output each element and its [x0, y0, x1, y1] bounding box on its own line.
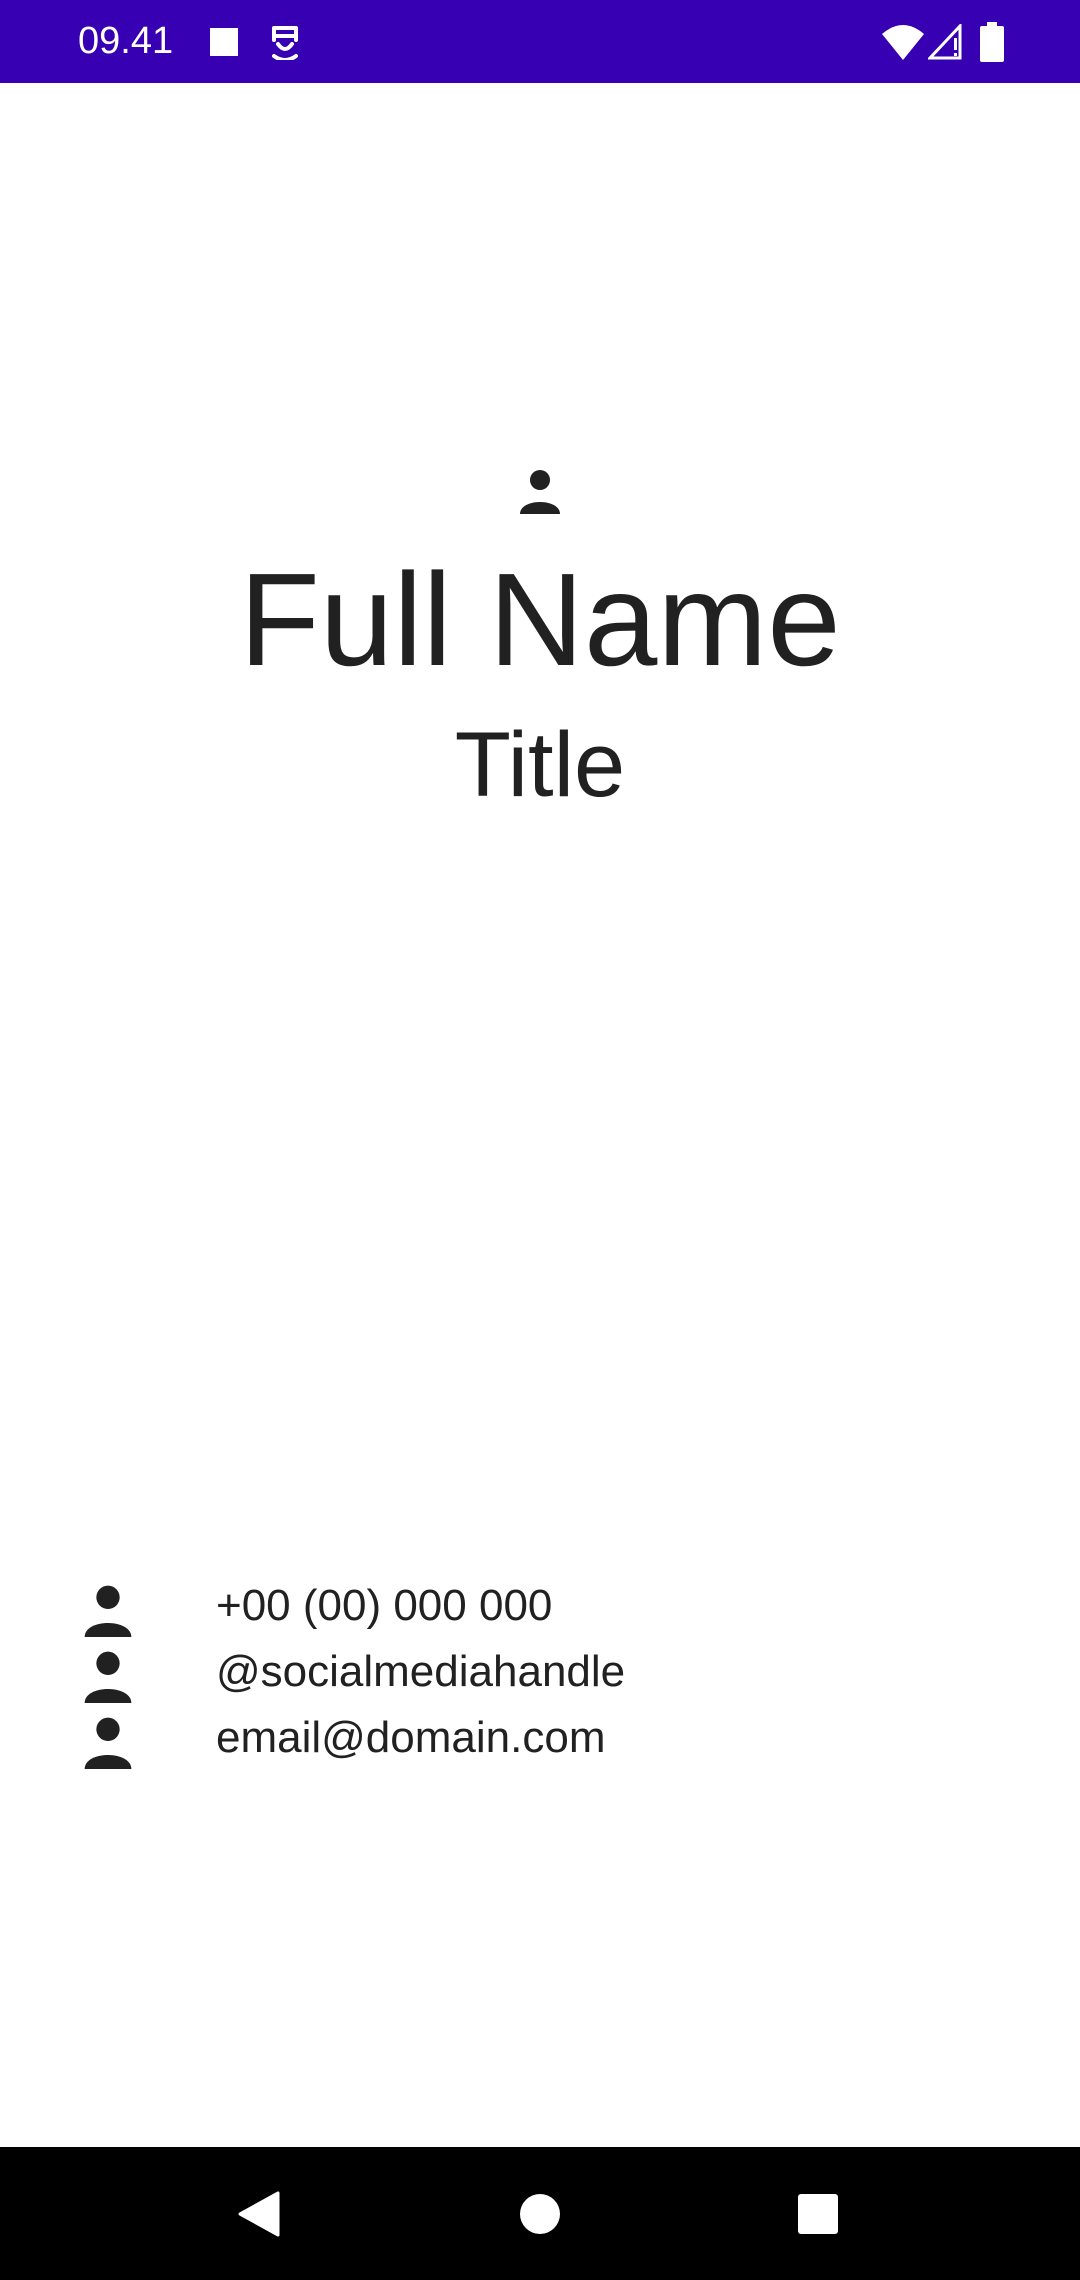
social-handle: @socialmediahandle [216, 1647, 626, 1696]
profile-person-icon [520, 470, 560, 514]
full-name: Full Name [239, 546, 841, 693]
screen: 09.41 Full Name Title +00 (00) 000 000 @… [0, 0, 1080, 2280]
back-button[interactable] [238, 2191, 280, 2237]
contact-phone: +00 (00) 000 000 [80, 1573, 980, 1639]
home-button[interactable] [519, 2193, 561, 2235]
recents-button[interactable] [797, 2193, 839, 2235]
contact-social: @socialmediahandle [80, 1639, 980, 1705]
wifi-icon [882, 25, 924, 60]
notification-square-icon [210, 28, 238, 56]
person-icon [84, 1585, 132, 1637]
job-title: Title [454, 714, 626, 816]
person-icon [84, 1651, 132, 1703]
phone-number: +00 (00) 000 000 [216, 1581, 553, 1630]
email-address: email@domain.com [216, 1713, 606, 1762]
contact-email: email@domain.com [80, 1705, 980, 1771]
app-notification-icon [272, 26, 298, 60]
navigation-bar [0, 2147, 1080, 2280]
status-bar: 09.41 [0, 0, 1080, 83]
battery-icon [980, 22, 1004, 62]
cellular-signal-icon [928, 24, 962, 60]
person-icon [84, 1717, 132, 1769]
status-time: 09.41 [78, 20, 174, 62]
